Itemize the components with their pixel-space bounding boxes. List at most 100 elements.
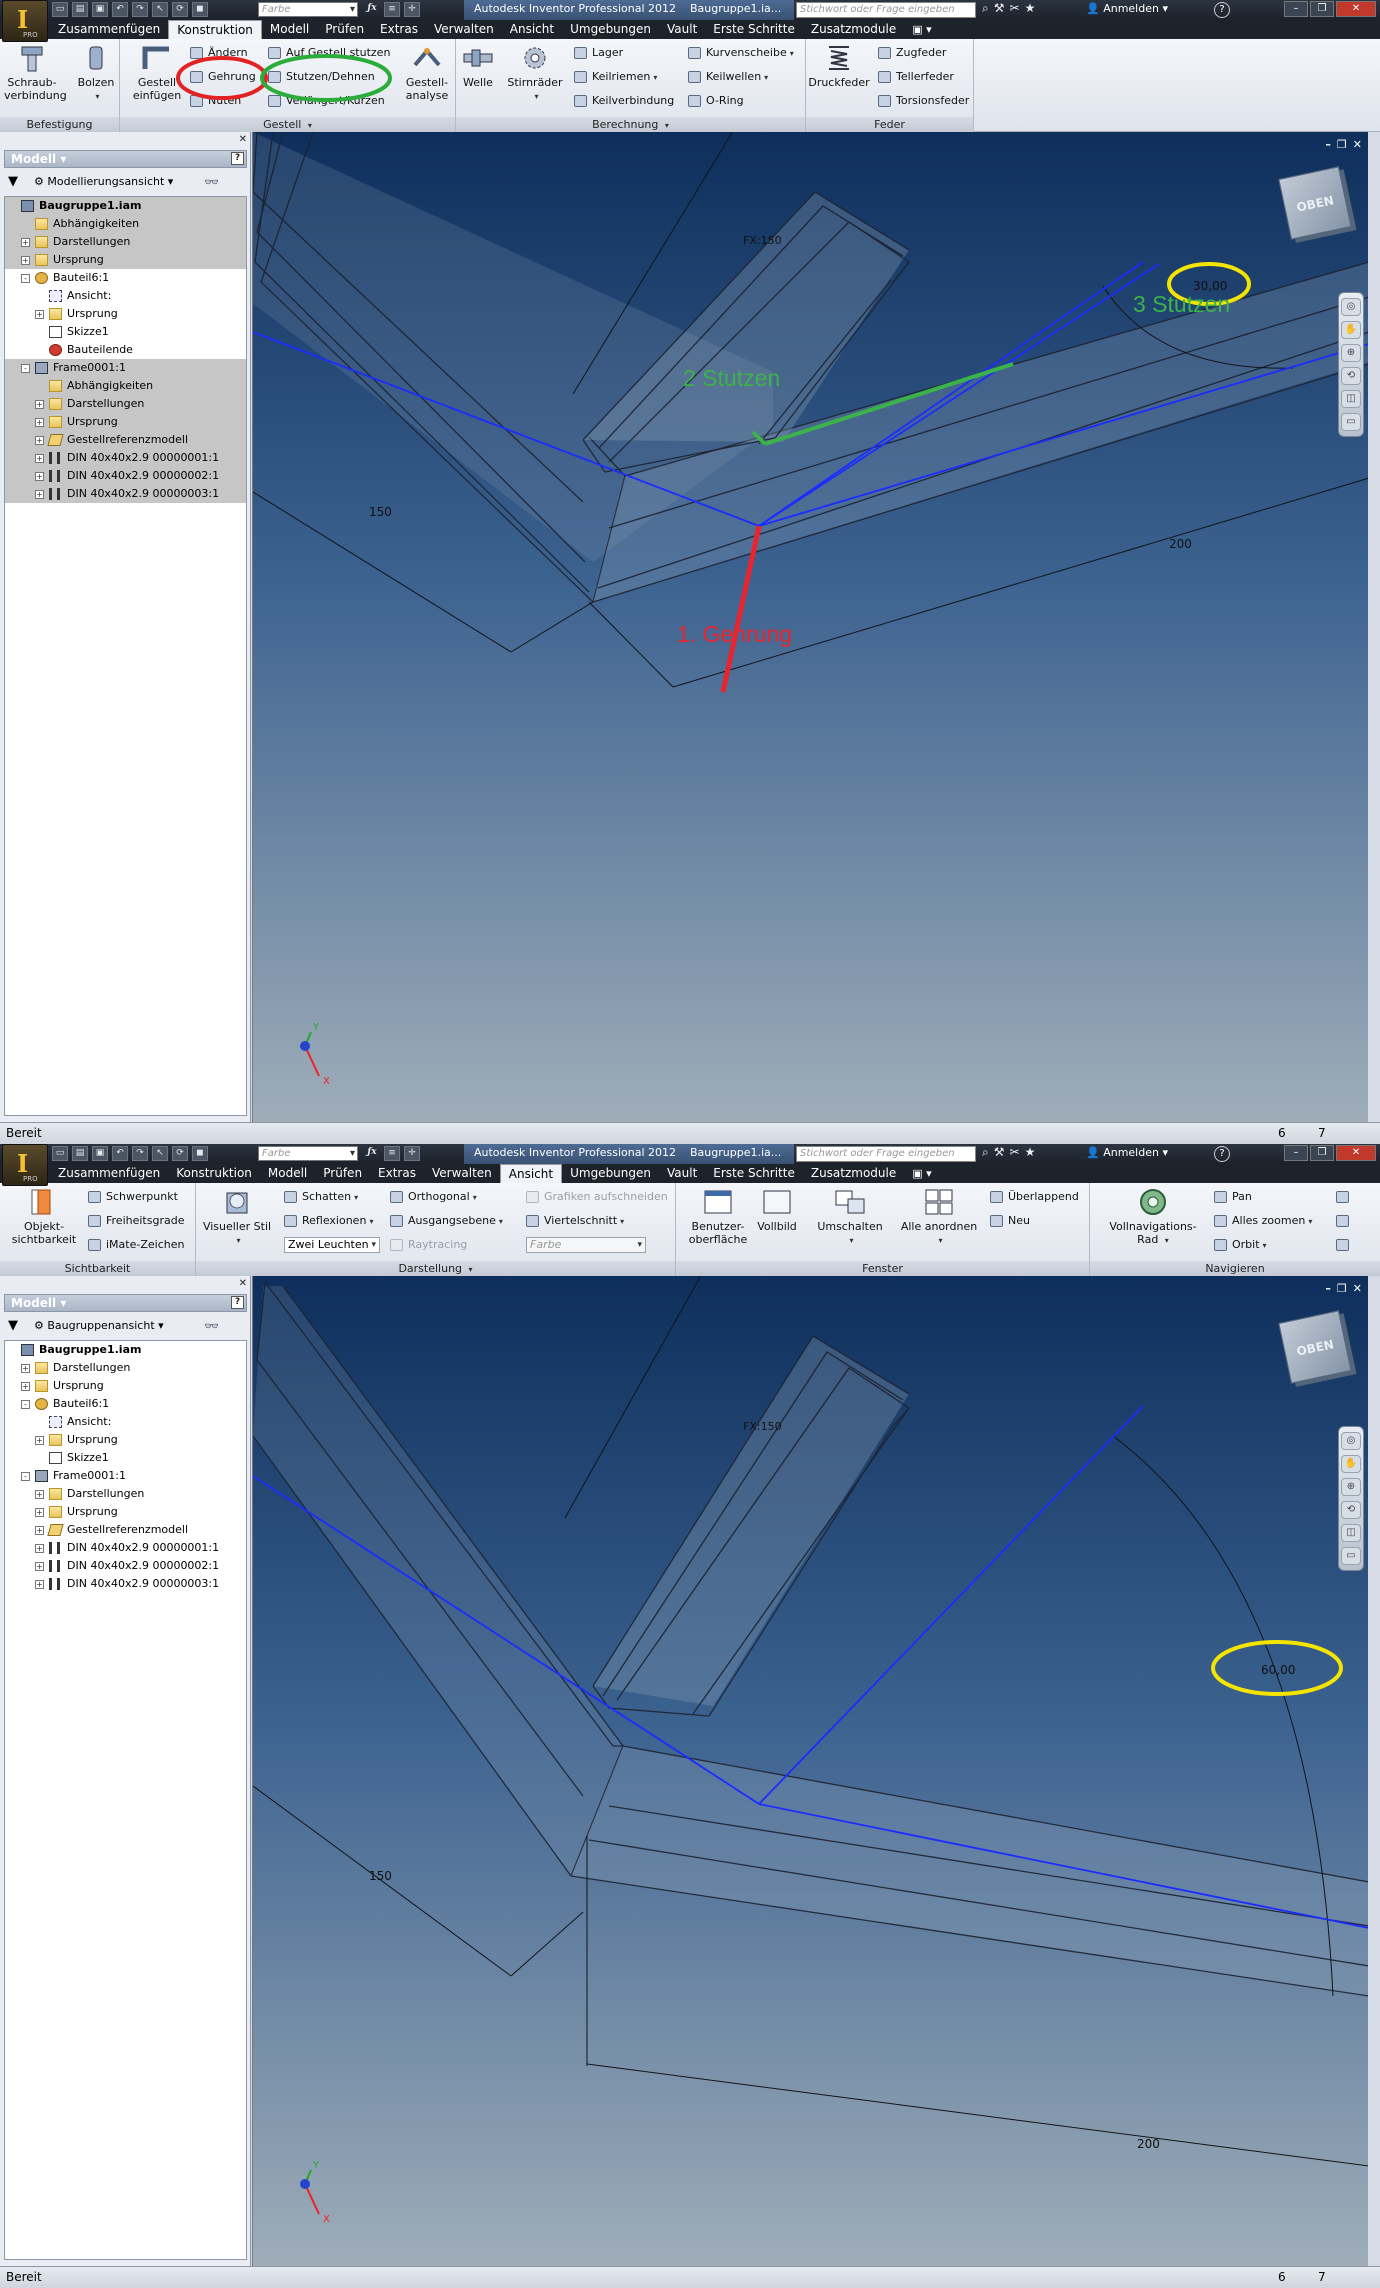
tab-konstruktion[interactable]: Konstruktion	[168, 1164, 260, 1183]
key-connection-button[interactable]: Keilverbindung	[574, 93, 674, 109]
bearing-button[interactable]: Lager	[574, 45, 623, 61]
cascade-button[interactable]: Überlappend	[990, 1189, 1079, 1205]
viewport-close-icon[interactable]: ✕	[1353, 138, 1362, 151]
filter-icon[interactable]: ▼	[8, 172, 18, 192]
help-icon[interactable]: ?	[1214, 2, 1230, 18]
expand-icon[interactable]: +	[35, 490, 44, 499]
binoculars-icon[interactable]: ⌕	[982, 1145, 989, 1160]
color-combo[interactable]: Farbe	[258, 2, 358, 17]
star-icon[interactable]: ★	[1025, 1145, 1036, 1160]
tree-item[interactable]: + DIN 40x40x2.9 00000002:1	[5, 467, 246, 485]
tree-item[interactable]: - Bauteil6:1	[5, 1395, 246, 1413]
tree-item[interactable]: + Darstellungen	[5, 1359, 246, 1377]
browser-view-select[interactable]: ⚙ Baugruppenansicht ▾	[34, 1316, 164, 1336]
tree-item[interactable]: + Gestellreferenzmodell	[5, 431, 246, 449]
cam-button[interactable]: Kurvenscheibe ▾	[688, 45, 794, 61]
tab-verwalten[interactable]: Verwalten	[424, 1164, 500, 1183]
tree-item[interactable]: - Frame0001:1	[5, 359, 246, 377]
tree-item[interactable]: Baugruppe1.iam	[5, 1341, 246, 1359]
viewport-restore-icon[interactable]: ❐	[1337, 138, 1347, 151]
tab-erste-schritte[interactable]: Erste Schritte	[705, 1164, 803, 1183]
binoculars-icon[interactable]: ⌕	[982, 1, 989, 16]
save-icon[interactable]: ▣	[92, 2, 108, 17]
find-icon[interactable]: 👓	[204, 1316, 219, 1336]
steering-wheel-icon[interactable]: ◎	[1341, 1432, 1361, 1450]
visual-style-button[interactable]: Visueller Stil ▾	[202, 1187, 272, 1247]
close-icon[interactable]: ✕	[1336, 1145, 1376, 1161]
tree-item[interactable]: Skizze1	[5, 323, 246, 341]
orthographic-button[interactable]: Orthogonal ▾	[390, 1189, 477, 1205]
expand-icon[interactable]: +	[35, 1436, 44, 1445]
zoom-icon[interactable]: ⊕	[1341, 1478, 1361, 1496]
save-icon[interactable]: ▣	[92, 1146, 108, 1161]
tree-item[interactable]: + Ursprung	[5, 413, 246, 431]
tab-vault[interactable]: Vault	[659, 20, 705, 39]
shadows-button[interactable]: Schatten ▾	[284, 1189, 358, 1205]
tree-item[interactable]: Ansicht:	[5, 1413, 246, 1431]
measure-icon[interactable]: ✛	[404, 1146, 420, 1161]
new-file-icon[interactable]: ▭	[52, 2, 68, 17]
tree-item[interactable]: + Ursprung	[5, 305, 246, 323]
spur-gears-button[interactable]: Stirnräder ▾	[504, 43, 566, 103]
tree-item[interactable]: + DIN 40x40x2.9 00000001:1	[5, 449, 246, 467]
look-at-icon[interactable]: ◫	[1341, 390, 1361, 408]
orbit-icon[interactable]: ⟲	[1341, 1501, 1361, 1519]
graphics-viewport[interactable]: FX:150 150 200 30,00 1. Gehrung 2 Stutze…	[252, 132, 1368, 1122]
close-icon[interactable]: ✕	[1336, 1, 1376, 17]
look-at-icon[interactable]: ◫	[1341, 1524, 1361, 1542]
home-view-button[interactable]	[1336, 1237, 1354, 1253]
zoom-icon[interactable]: ⊕	[1341, 344, 1361, 362]
pan-icon[interactable]: ✋	[1341, 1455, 1361, 1473]
ribbon-options-icon[interactable]: ▣ ▾	[904, 20, 931, 39]
function-icon[interactable]: ƒx	[364, 2, 380, 17]
restore-icon[interactable]: ❐	[1310, 1, 1334, 17]
signin-button[interactable]: 👤 Anmelden ▾	[1086, 2, 1168, 15]
browser-close-icon[interactable]: ✕	[239, 134, 247, 145]
tab-modell[interactable]: Modell	[262, 20, 317, 39]
browser-view-select[interactable]: ⚙ Modellierungsansicht ▾	[34, 172, 173, 192]
material-icon[interactable]: ◼	[192, 2, 208, 17]
viewport-minimize-icon[interactable]: –	[1325, 1282, 1331, 1295]
expand-icon[interactable]: +	[21, 1364, 30, 1373]
panel-title-berechnung[interactable]: Berechnung ▾	[456, 117, 805, 132]
tab-zusammenfügen[interactable]: Zusammenfügen	[50, 20, 168, 39]
application-menu-button[interactable]: I PRO	[2, 1144, 48, 1186]
viewcube[interactable]: OBEN	[1278, 1310, 1352, 1384]
tree-item[interactable]: + Ursprung	[5, 1377, 246, 1395]
v-belts-button[interactable]: Keilriemen ▾	[574, 69, 657, 85]
tree-item[interactable]: + DIN 40x40x2.9 00000003:1	[5, 1575, 246, 1593]
color-combo[interactable]: Farbe	[258, 1146, 358, 1161]
undo-icon[interactable]: ↶	[112, 2, 128, 17]
tree-item[interactable]: + Darstellungen	[5, 1485, 246, 1503]
color-override-select[interactable]: Farbe	[526, 1237, 646, 1253]
ground-plane-button[interactable]: Ausgangsebene ▾	[390, 1213, 503, 1229]
collapse-icon[interactable]: -	[21, 1472, 30, 1481]
tab-modell[interactable]: Modell	[260, 1164, 315, 1183]
redo-icon[interactable]: ↷	[132, 1146, 148, 1161]
degrees-of-freedom-button[interactable]: Freiheitsgrade	[88, 1213, 184, 1229]
collapse-icon[interactable]: -	[21, 274, 30, 283]
expand-icon[interactable]: +	[35, 454, 44, 463]
tab-erste-schritte[interactable]: Erste Schritte	[705, 20, 803, 39]
select-icon[interactable]: ↖	[152, 1146, 168, 1161]
update-icon[interactable]: ⟳	[172, 2, 188, 17]
new-file-icon[interactable]: ▭	[52, 1146, 68, 1161]
expand-icon[interactable]: +	[35, 1526, 44, 1535]
tab-umgebungen[interactable]: Umgebungen	[562, 20, 659, 39]
tree-item[interactable]: Bauteilende	[5, 341, 246, 359]
expand-icon[interactable]: +	[35, 1544, 44, 1553]
tree-item[interactable]: Baugruppe1.iam	[5, 197, 246, 215]
redo-icon[interactable]: ↷	[132, 2, 148, 17]
frame-3d-scene[interactable]: FX:150 150 200 60,00 X Y	[253, 1276, 1368, 2266]
zoom-window-button[interactable]	[1336, 1213, 1354, 1229]
restore-icon[interactable]: ❐	[1310, 1145, 1334, 1161]
viewcube[interactable]: OBEN	[1278, 166, 1352, 240]
undo-icon[interactable]: ↶	[112, 1146, 128, 1161]
tree-item[interactable]: + DIN 40x40x2.9 00000001:1	[5, 1539, 246, 1557]
expand-icon[interactable]: +	[21, 1382, 30, 1391]
tree-item[interactable]: Abhängigkeiten	[5, 377, 246, 395]
shaft-button[interactable]: Welle	[456, 43, 500, 89]
star-icon[interactable]: ★	[1025, 1, 1036, 16]
find-icon[interactable]: 👓	[204, 172, 219, 192]
material-icon[interactable]: ◼	[192, 1146, 208, 1161]
